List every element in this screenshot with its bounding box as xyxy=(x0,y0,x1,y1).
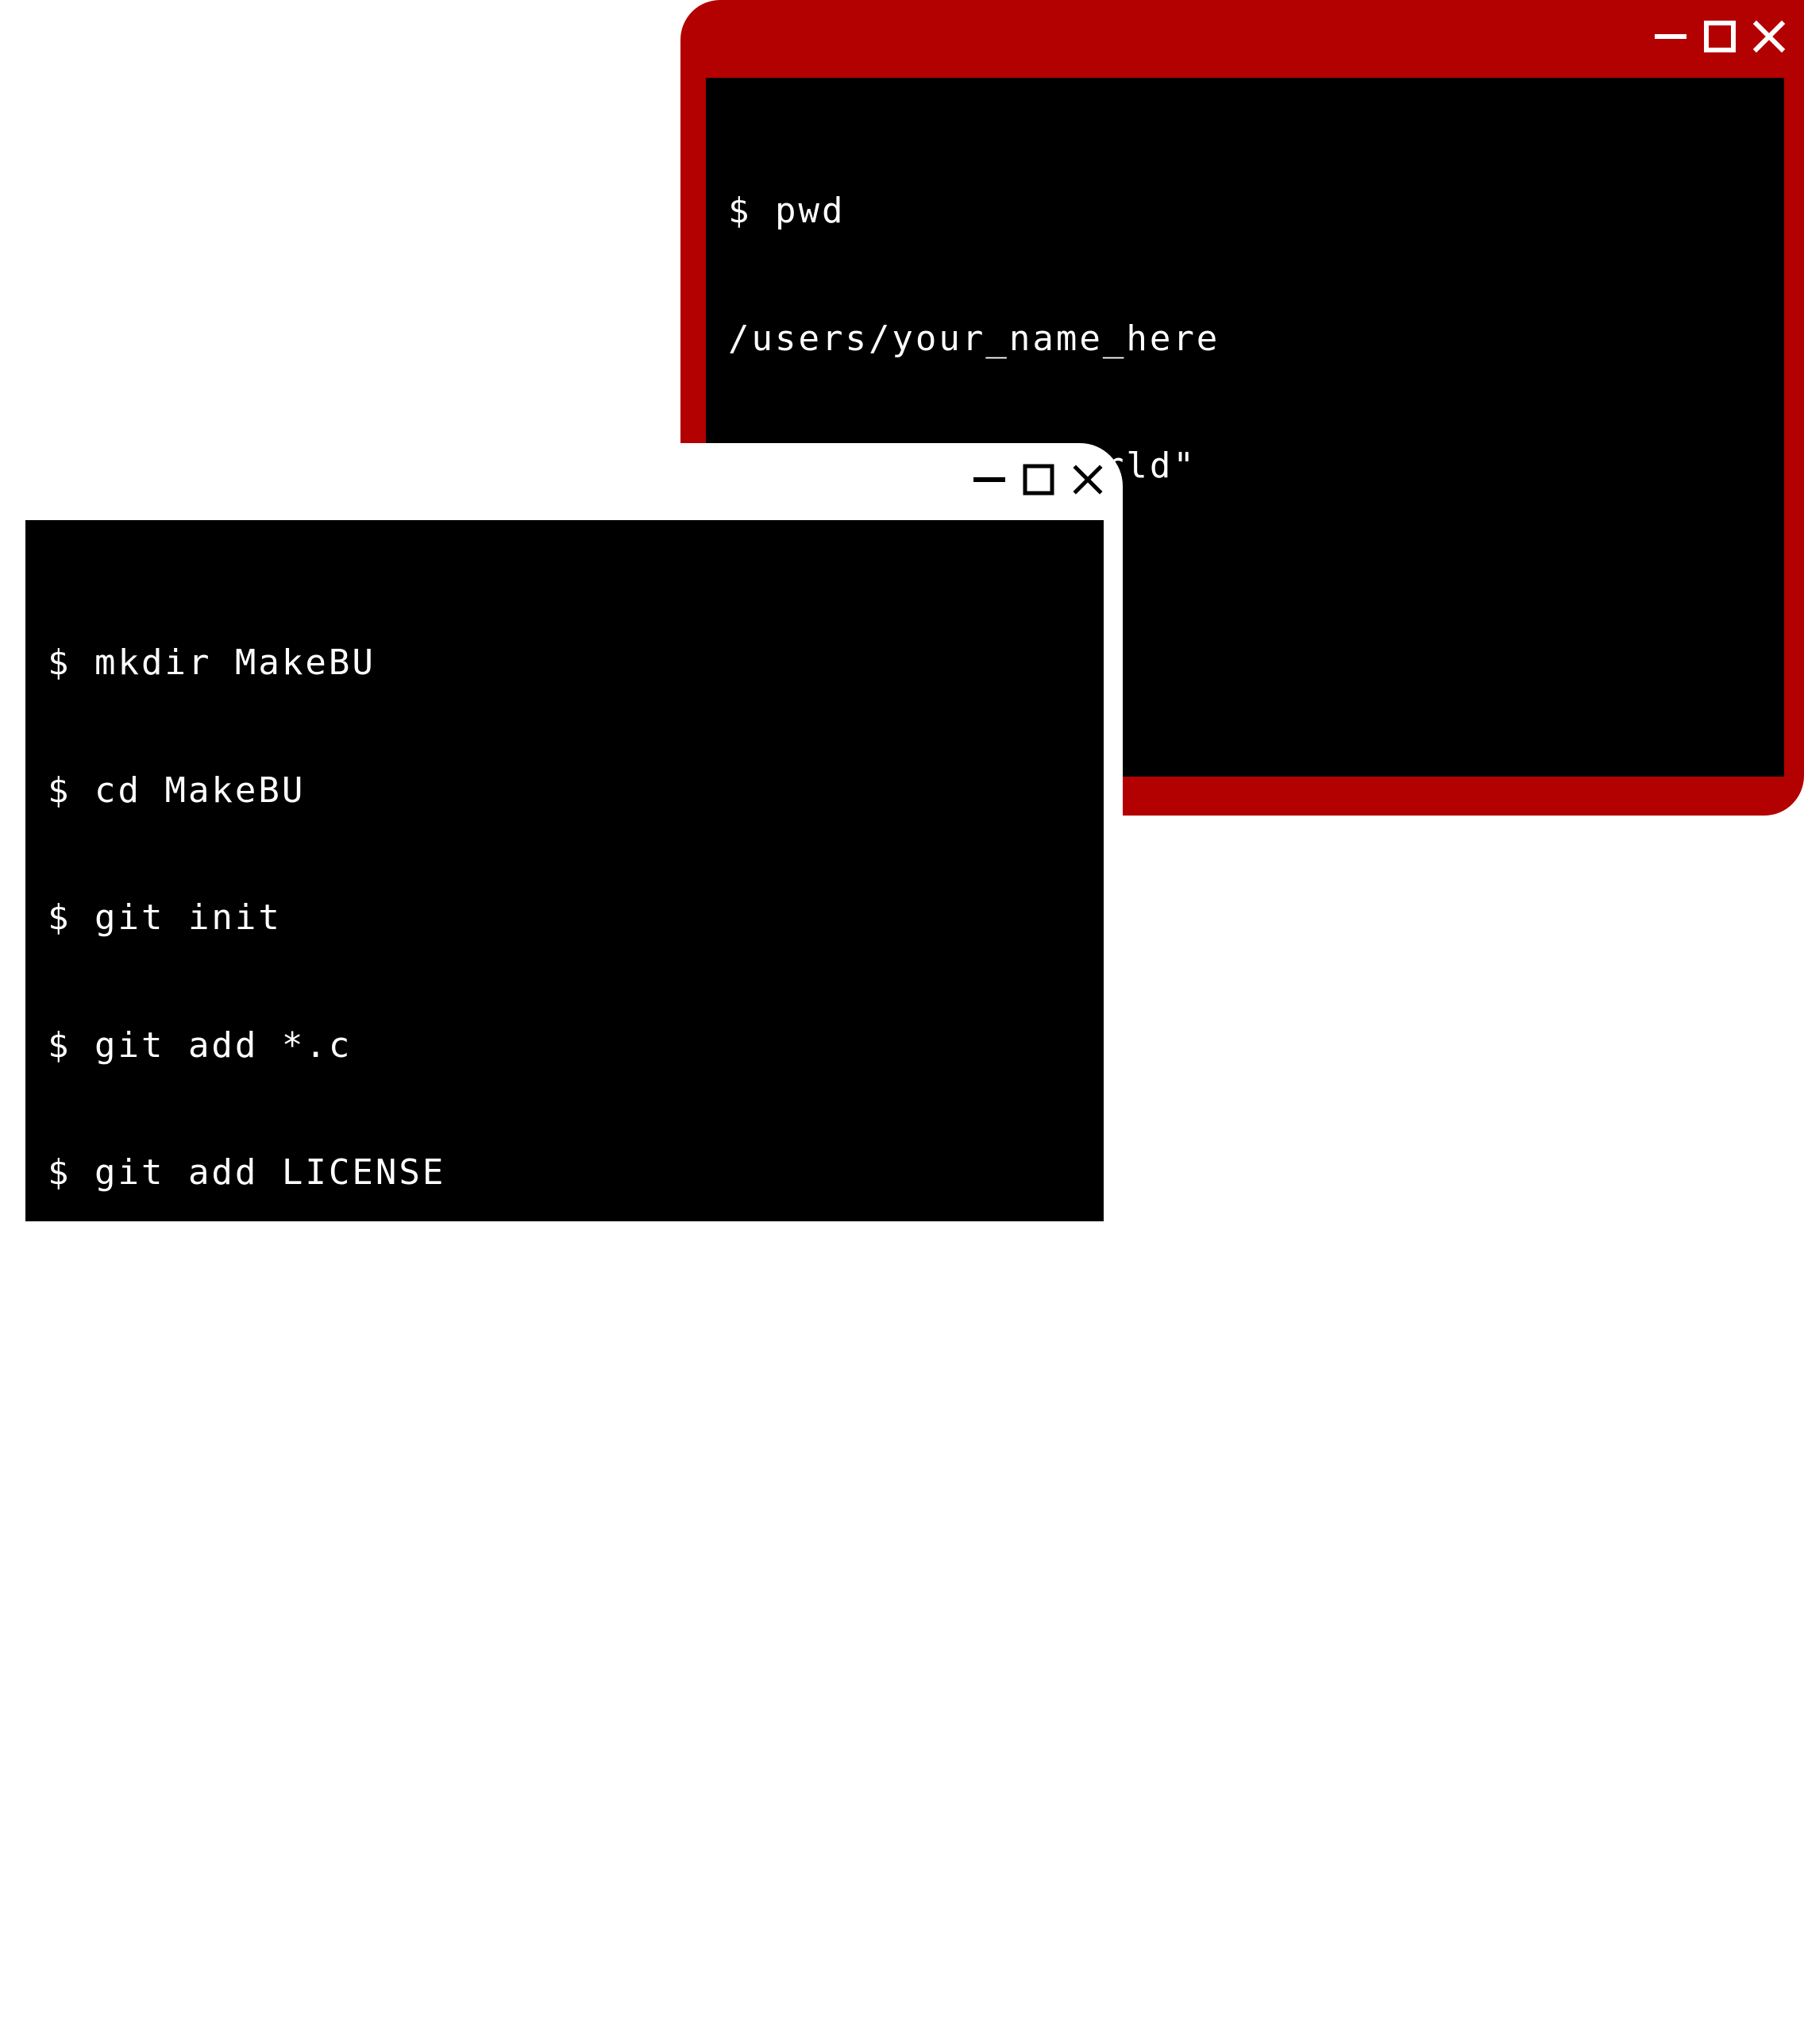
terminal-line: $ git add *.c xyxy=(48,1024,353,1066)
minimize-icon[interactable] xyxy=(1653,19,1688,54)
terminal-line: $ pwd xyxy=(728,191,846,231)
back-window-controls xyxy=(1653,17,1787,56)
terminal-line: $ git status xyxy=(48,1407,329,1448)
terminal-prompt[interactable]: $ _ xyxy=(48,1916,1148,1959)
terminal-line: On branch master xyxy=(48,1534,422,1575)
close-icon[interactable] xyxy=(1070,462,1105,497)
front-window-controls xyxy=(972,461,1105,499)
terminal-line: $ cd MakeBU xyxy=(48,769,306,811)
terminal-line: $ git init xyxy=(48,897,282,938)
terminal-line: $ git commit -m 'initial project version… xyxy=(48,1279,1008,1321)
maximize-icon[interactable] xyxy=(1702,19,1737,54)
close-icon[interactable] xyxy=(1752,19,1787,54)
terminal-line: Your branch is up-to-date with 'origin/m… xyxy=(48,1662,1149,1703)
front-terminal-screen[interactable]: $ mkdir MakeBU $ cd MakeBU $ git init $ … xyxy=(25,520,1146,1957)
terminal-line: $ mkdir MakeBU xyxy=(48,642,376,683)
back-terminal-titlebar[interactable] xyxy=(680,0,1804,78)
maximize-icon[interactable] xyxy=(1021,462,1056,497)
terminal-line: $ git add LICENSE xyxy=(48,1152,446,1193)
terminal-line: /users/your_name_here xyxy=(728,318,1220,359)
front-terminal-output: $ mkdir MakeBU $ cd MakeBU $ git init $ … xyxy=(48,557,1148,2044)
terminal-line: nothing to commit, working directory cle… xyxy=(48,1789,1031,1830)
minimize-icon[interactable] xyxy=(972,462,1007,497)
front-terminal-titlebar[interactable] xyxy=(25,443,1123,520)
front-terminal-window: $ mkdir MakeBU $ cd MakeBU $ git init $ … xyxy=(25,443,1146,1957)
